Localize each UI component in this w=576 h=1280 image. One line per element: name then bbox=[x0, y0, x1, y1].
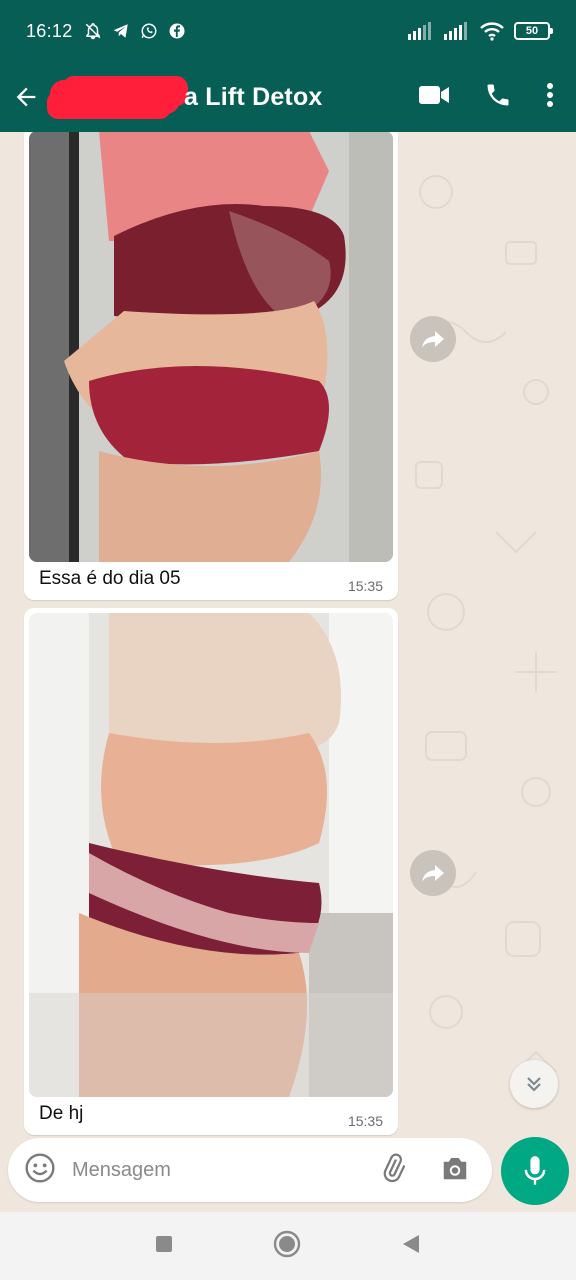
message-composer: Mensagem bbox=[8, 1138, 492, 1202]
signal-1-icon bbox=[408, 21, 434, 41]
status-time: 16:12 bbox=[26, 20, 73, 41]
message-input[interactable]: Mensagem bbox=[72, 1159, 378, 1182]
message-time: 15:35 bbox=[347, 578, 383, 594]
battery-icon: 50 bbox=[514, 22, 553, 40]
video-call-icon[interactable] bbox=[418, 83, 450, 112]
chat-area[interactable]: Essa é do dia 05 15:35 De hj 15:35 bbox=[0, 132, 576, 1137]
back-triangle-icon[interactable] bbox=[401, 1233, 421, 1260]
wifi-icon bbox=[480, 21, 504, 41]
more-vert-icon[interactable] bbox=[546, 82, 554, 113]
message-time: 15:35 bbox=[347, 1113, 383, 1129]
image-message[interactable]: De hj 15:35 bbox=[24, 608, 398, 1135]
message-caption: Essa é do dia 05 bbox=[39, 568, 181, 589]
image-message[interactable]: Essa é do dia 05 15:35 bbox=[24, 132, 398, 600]
forward-button[interactable] bbox=[410, 850, 456, 896]
telegram-icon bbox=[111, 21, 131, 41]
signal-2-icon bbox=[444, 21, 470, 41]
attach-icon[interactable] bbox=[378, 1153, 408, 1188]
wallpaper-doodles bbox=[415, 175, 557, 1073]
recents-icon[interactable] bbox=[155, 1235, 173, 1258]
message-caption: De hj bbox=[39, 1103, 84, 1124]
message-photo[interactable] bbox=[29, 613, 393, 1097]
forward-button[interactable] bbox=[410, 316, 456, 362]
home-icon[interactable] bbox=[273, 1230, 301, 1263]
whatsapp-icon bbox=[139, 21, 159, 41]
system-nav-bar bbox=[0, 1212, 576, 1280]
forward-icon bbox=[422, 865, 444, 882]
chat-title[interactable]: a Lift Detox bbox=[184, 83, 323, 112]
forward-icon bbox=[422, 331, 444, 348]
scroll-to-bottom-button[interactable] bbox=[510, 1060, 558, 1108]
double-chevron-down-icon bbox=[527, 1077, 541, 1092]
status-bar: 16:12 50 bbox=[0, 0, 576, 62]
redacted-contact-avatar[interactable] bbox=[50, 80, 180, 114]
bell-off-icon bbox=[83, 21, 103, 41]
message-photo[interactable] bbox=[29, 132, 393, 562]
voice-record-button[interactable] bbox=[501, 1137, 569, 1205]
emoji-icon[interactable] bbox=[24, 1152, 56, 1189]
battery-level: 50 bbox=[525, 25, 539, 37]
chat-header: a Lift Detox bbox=[0, 62, 576, 132]
mic-icon bbox=[524, 1156, 546, 1185]
facebook-icon bbox=[167, 21, 187, 41]
phone-icon[interactable] bbox=[484, 81, 512, 114]
camera-icon[interactable] bbox=[440, 1154, 470, 1187]
back-arrow-icon[interactable] bbox=[4, 75, 48, 119]
